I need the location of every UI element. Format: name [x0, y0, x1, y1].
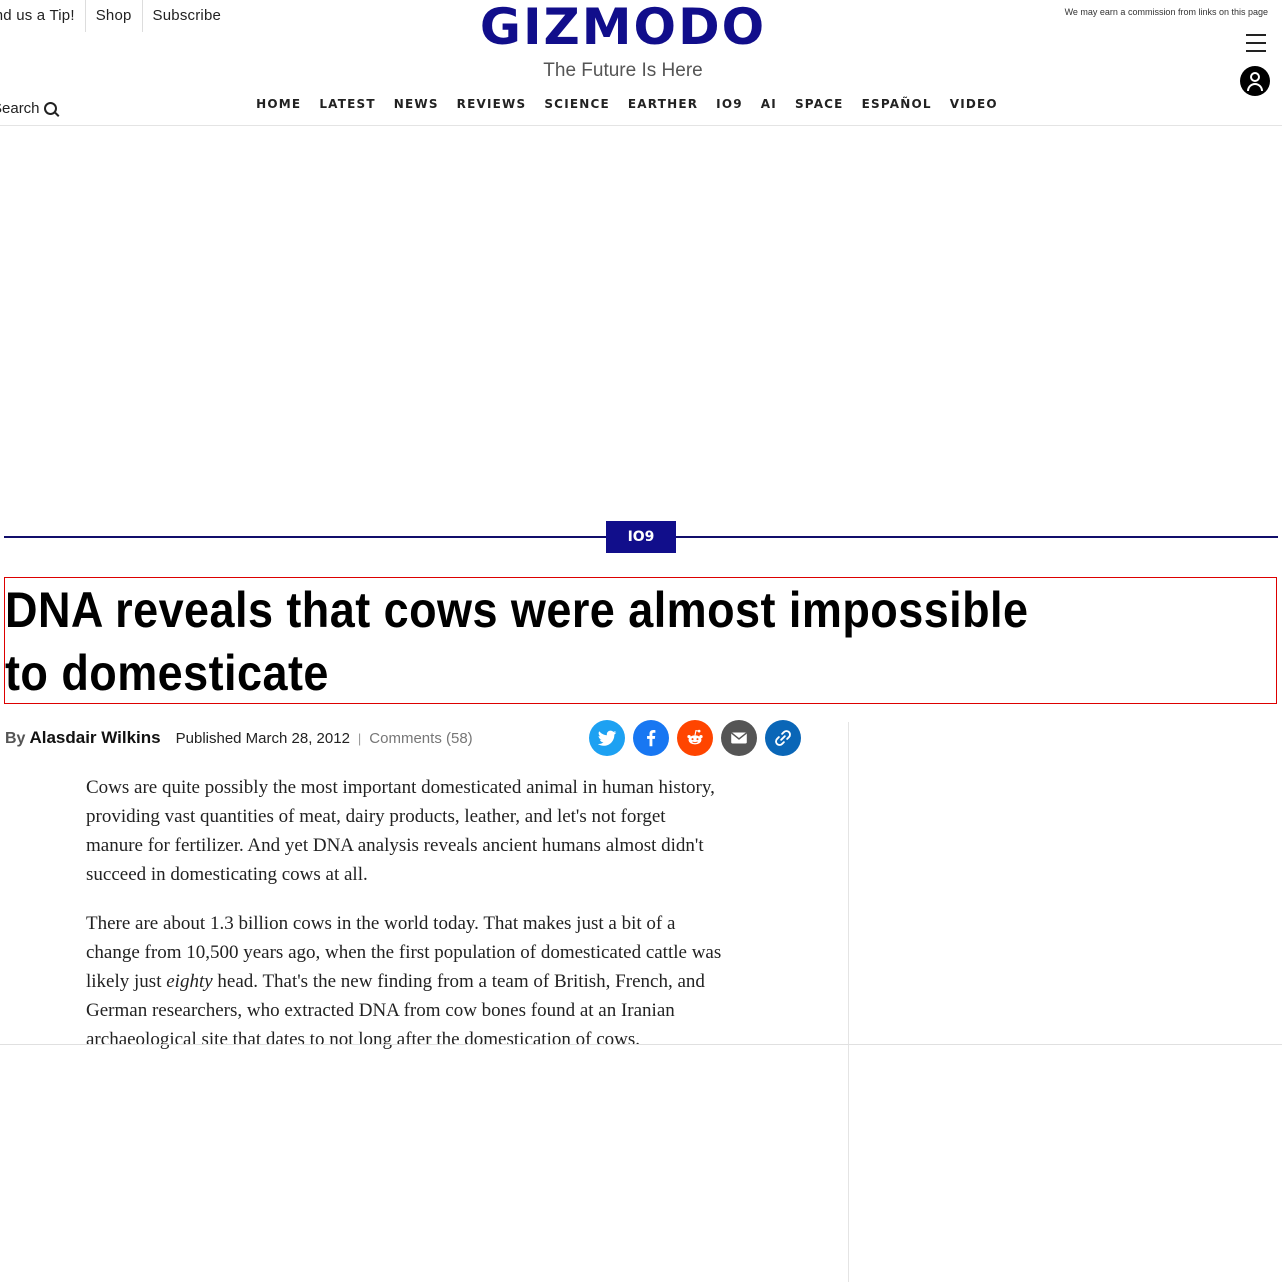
nav-latest[interactable]: LATEST: [310, 96, 384, 112]
header-divider: [0, 125, 1282, 126]
emphasis-text: eighty: [166, 971, 213, 992]
share-buttons: [589, 720, 801, 756]
nav-ai[interactable]: AI: [752, 96, 786, 112]
article-paragraph: Cows are quite possibly the most importa…: [86, 777, 715, 885]
article-headline: DNA reveals that cows were almost imposs…: [5, 582, 1029, 701]
comments-link[interactable]: Comments (58): [369, 730, 472, 747]
section-tag[interactable]: IO9: [606, 521, 676, 553]
email-icon: [731, 732, 747, 744]
subscribe-link[interactable]: Subscribe: [143, 0, 232, 32]
sidebar-divider: [848, 722, 849, 1282]
email-share-button[interactable]: [721, 720, 757, 756]
nav-video[interactable]: VIDEO: [941, 96, 1007, 112]
nav-earther[interactable]: EARTHER: [619, 96, 707, 112]
nav-home[interactable]: HOME: [247, 96, 310, 112]
send-tip-link[interactable]: Send us a Tip!: [0, 0, 86, 32]
facebook-share-button[interactable]: [633, 720, 669, 756]
shop-link[interactable]: Shop: [86, 0, 143, 32]
twitter-icon: [597, 730, 617, 746]
nav-io9[interactable]: IO9: [707, 96, 752, 112]
commission-disclaimer: We may earn a commission from links on t…: [1064, 7, 1268, 17]
nav-space[interactable]: SPACE: [786, 96, 853, 112]
byline-separator: |: [357, 731, 362, 746]
reddit-share-button[interactable]: [677, 720, 713, 756]
article-body: Cows are quite possibly the most importa…: [86, 773, 726, 1074]
published-date: Published March 28, 2012: [175, 730, 350, 747]
link-icon: [775, 730, 791, 746]
nav-espanol[interactable]: ESPAÑOL: [853, 96, 941, 112]
reddit-icon: [687, 729, 703, 745]
byline: By Alasdair Wilkins Published March 28, …: [5, 728, 473, 748]
nav-reviews[interactable]: REVIEWS: [448, 96, 536, 112]
author-link[interactable]: Alasdair Wilkins: [29, 728, 160, 748]
twitter-share-button[interactable]: [589, 720, 625, 756]
site-logo[interactable]: GIZMODO: [472, 0, 774, 54]
viewport-divider: [0, 1044, 1282, 1045]
copy-link-button[interactable]: [765, 720, 801, 756]
article-paragraph: There are about 1.3 billion cows in the …: [86, 913, 722, 1050]
hamburger-menu-icon[interactable]: [1246, 34, 1266, 54]
main-nav: HOME LATEST NEWS REVIEWS SCIENCE EARTHER…: [0, 96, 1254, 112]
account-icon[interactable]: [1240, 66, 1270, 96]
nav-science[interactable]: SCIENCE: [535, 96, 619, 112]
byline-by: By: [5, 730, 26, 747]
top-utility-bar: Send us a Tip! Shop Subscribe: [0, 0, 231, 32]
site-tagline: The Future Is Here: [543, 60, 703, 81]
nav-news[interactable]: NEWS: [385, 96, 448, 112]
facebook-icon: [647, 730, 656, 747]
